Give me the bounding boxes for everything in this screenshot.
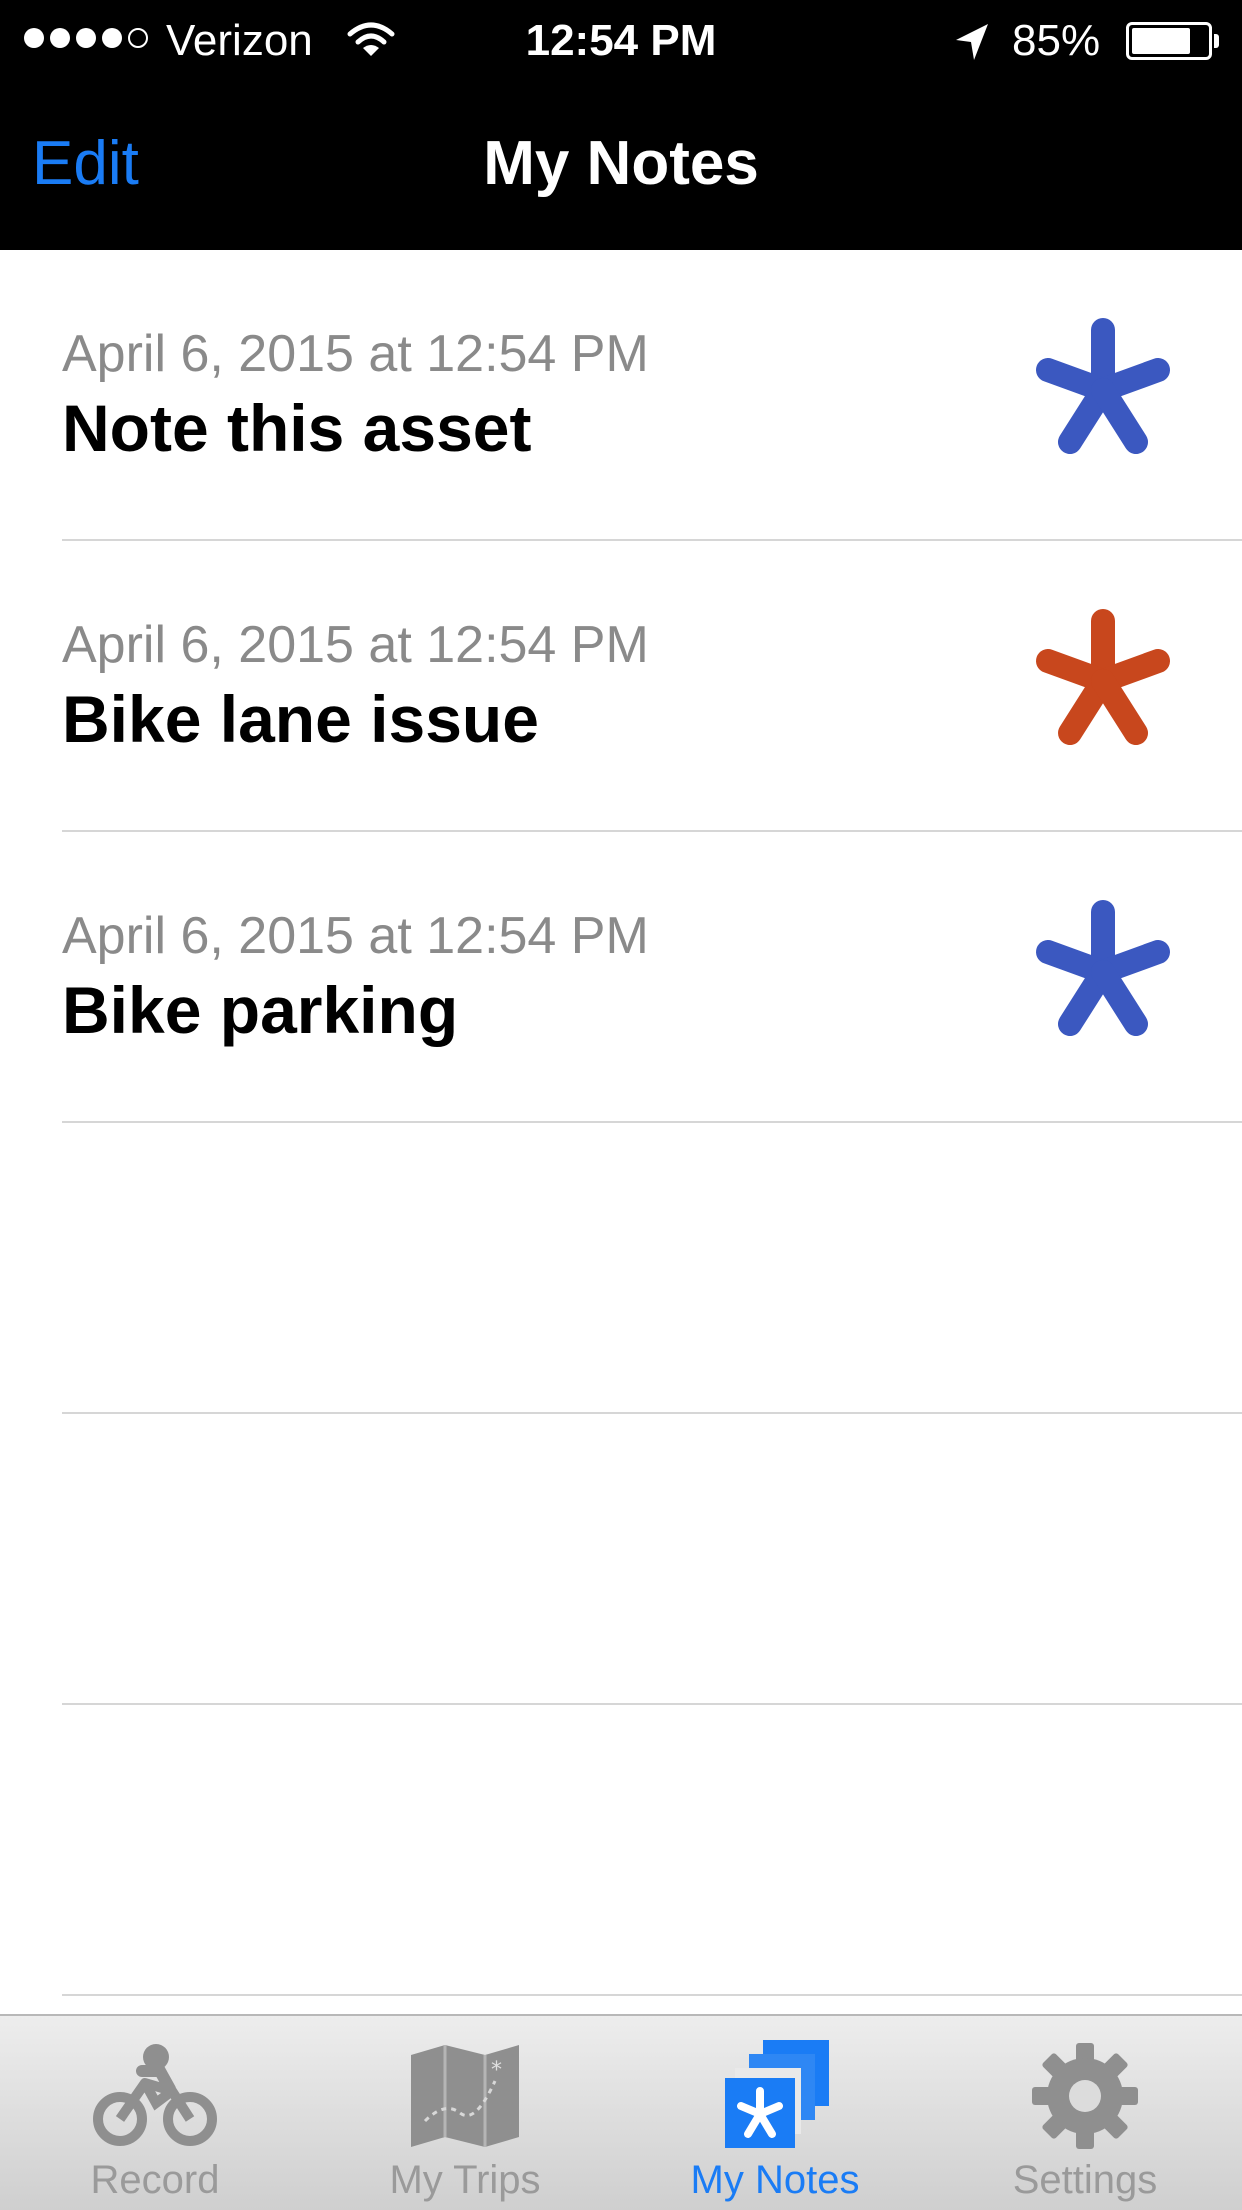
tab-record[interactable]: Record [0,2016,310,2210]
empty-row [0,1414,1242,1705]
note-row[interactable]: April 6, 2015 at 12:54 PM Note this asse… [0,250,1242,541]
navigation-bar: Edit My Notes [0,84,1242,250]
tab-my-notes[interactable]: My Notes [620,2016,930,2210]
note-title: Note this asset [62,391,532,465]
tab-my-trips[interactable]: * My Trips [310,2016,620,2210]
note-row[interactable]: April 6, 2015 at 12:54 PM Bike lane issu… [0,541,1242,832]
tab-label: My Notes [690,2158,860,2202]
note-row[interactable]: April 6, 2015 at 12:54 PM Bike parking [0,832,1242,1123]
bicycle-rider-icon [0,2036,310,2156]
tab-bar: Record * My Trips My Notes Settings [0,2014,1242,2210]
empty-row [0,1705,1242,1996]
page-title: My Notes [483,129,759,198]
location-arrow-icon [954,22,990,73]
svg-text:*: * [491,2058,502,2083]
note-date: April 6, 2015 at 12:54 PM [62,325,649,383]
asterisk-icon [1036,609,1170,745]
note-date: April 6, 2015 at 12:54 PM [62,616,649,674]
note-title: Bike lane issue [62,682,539,756]
notes-stack-icon [620,2036,930,2156]
battery-percentage: 85% [1012,16,1101,65]
tab-label: Record [90,2158,220,2202]
tab-label: Settings [1012,2158,1158,2202]
empty-row [0,1123,1242,1414]
status-bar: Verizon 12:54 PM 85% [0,0,1242,84]
note-date: April 6, 2015 at 12:54 PM [62,907,649,965]
battery-icon [1126,22,1219,60]
gear-icon [930,2036,1240,2156]
tab-settings[interactable]: Settings [930,2016,1240,2210]
note-title: Bike parking [62,973,459,1047]
tab-label: My Trips [389,2158,541,2202]
asterisk-icon [1036,318,1170,454]
map-icon: * [310,2036,620,2156]
asterisk-icon [1036,900,1170,1036]
